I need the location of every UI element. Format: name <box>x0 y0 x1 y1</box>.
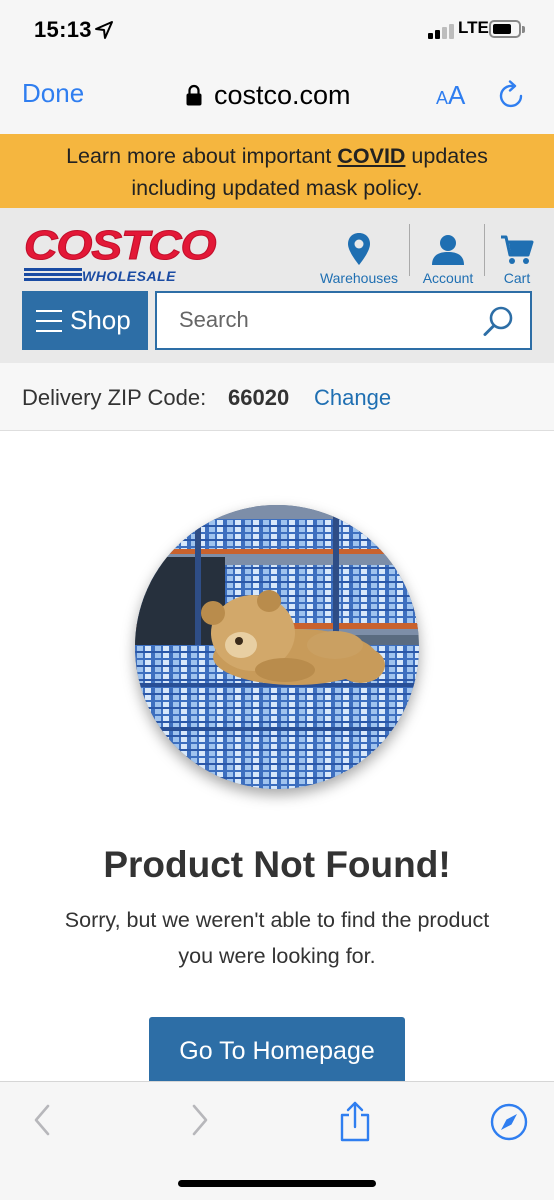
home-indicator <box>178 1180 376 1187</box>
warehouses-label: Warehouses <box>319 270 399 286</box>
share-icon[interactable] <box>338 1100 372 1142</box>
done-button[interactable]: Done <box>22 78 84 109</box>
account-link[interactable]: Account <box>418 228 478 286</box>
browser-nav-row: Done costco.com AA <box>0 66 554 122</box>
status-bar: 15:13 LTE <box>0 0 554 60</box>
go-to-homepage-button[interactable]: Go To Homepage <box>149 1017 405 1087</box>
header-divider <box>409 224 410 276</box>
map-pin-icon <box>348 233 370 265</box>
covid-link[interactable]: COVID <box>337 144 405 168</box>
signal-strength-icon <box>428 23 456 39</box>
reload-icon[interactable] <box>497 80 527 110</box>
status-time: 15:13 <box>34 17 92 42</box>
forward-icon[interactable] <box>188 1102 212 1138</box>
warehouses-link[interactable]: Warehouses <box>316 228 402 286</box>
teddy-bear-image <box>135 505 419 789</box>
delivery-zip-label: Delivery ZIP Code: <box>22 385 207 410</box>
cart-label: Cart <box>503 270 531 286</box>
delivery-zip-value: 66020 <box>228 385 290 410</box>
cart-icon <box>501 235 534 264</box>
costco-logo[interactable]: COSTCO WHOLESALE <box>23 222 217 285</box>
change-zip-link[interactable]: Change <box>314 385 391 411</box>
battery-icon <box>489 20 525 38</box>
search-box <box>155 291 532 350</box>
covid-banner: Learn more about important COVID updates… <box>0 134 554 208</box>
address-bar[interactable]: costco.com <box>186 78 351 112</box>
location-arrow-icon <box>95 21 113 39</box>
search-input[interactable] <box>179 307 469 333</box>
not-found-message: Sorry, but we weren't able to find the p… <box>64 908 490 968</box>
account-label: Account <box>422 270 474 286</box>
delivery-zip-bar: Delivery ZIP Code: 66020 Change <box>0 363 554 431</box>
network-type: LTE <box>458 18 489 37</box>
search-icon[interactable] <box>482 305 514 337</box>
text-size-button[interactable]: AA <box>436 80 465 111</box>
banner-line-2: including updated mask policy. <box>131 176 423 200</box>
cart-link[interactable]: Cart <box>496 228 538 286</box>
hamburger-icon <box>36 309 62 332</box>
page-title: Product Not Found! <box>103 844 451 885</box>
url-text: costco.com <box>214 79 351 110</box>
site-header: COSTCO WHOLESALE Warehouses Account Cart… <box>0 208 554 363</box>
shop-menu-button[interactable]: Shop <box>22 291 148 350</box>
header-divider <box>484 224 485 276</box>
browser-top-chrome: 15:13 LTE Done costco.com AA <box>0 0 554 134</box>
shop-label: Shop <box>70 305 131 335</box>
account-icon <box>432 235 464 265</box>
back-icon[interactable] <box>30 1102 54 1138</box>
compass-icon[interactable] <box>490 1103 528 1141</box>
lock-icon <box>186 84 202 106</box>
banner-line-1: Learn more about important COVID updates <box>66 144 488 168</box>
